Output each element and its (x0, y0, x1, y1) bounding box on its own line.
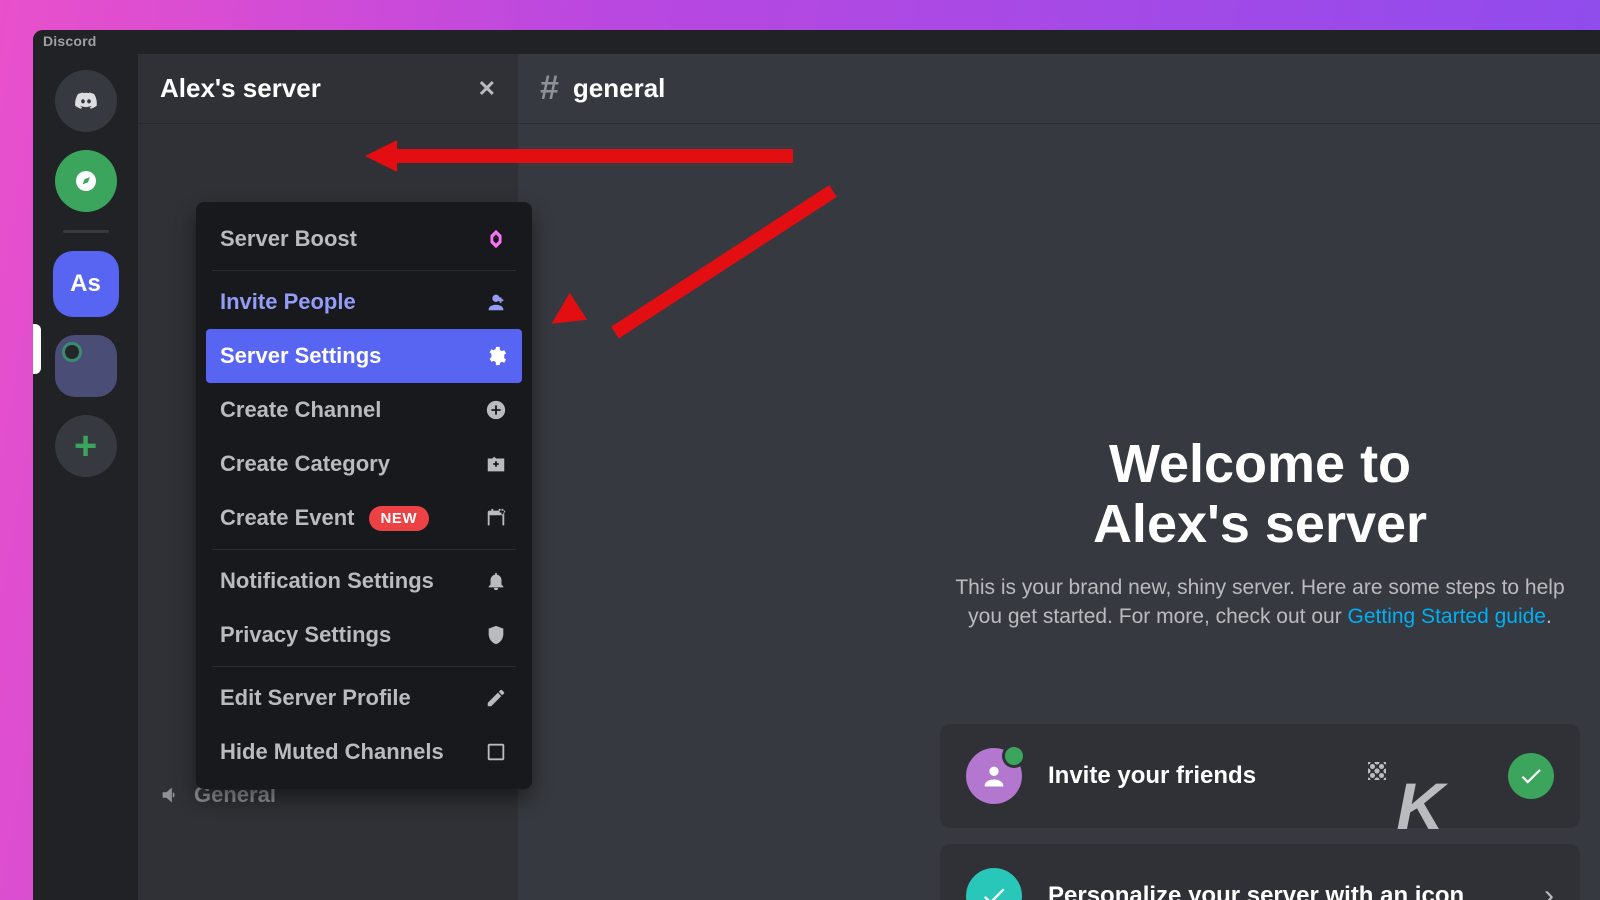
menu-label: Privacy Settings (220, 622, 391, 648)
app-body: As + Alex's server ✕ General (33, 54, 1600, 900)
server-other[interactable] (55, 335, 117, 397)
menu-privacy-settings[interactable]: Privacy Settings (206, 608, 522, 662)
menu-label: Edit Server Profile (220, 685, 411, 711)
title-bar: Discord (33, 30, 1600, 54)
onboarding-card-icon[interactable]: Personalize your server with an icon › (940, 844, 1580, 900)
menu-hide-muted-channels[interactable]: Hide Muted Channels (206, 725, 522, 779)
menu-create-category[interactable]: Create Category (206, 437, 522, 491)
server-status-dot-icon (62, 342, 82, 362)
add-person-icon (484, 290, 508, 314)
annotation-arrowhead-1 (365, 140, 397, 172)
menu-invite-people[interactable]: Invite People (206, 275, 522, 329)
menu-create-event[interactable]: Create Event NEW (206, 491, 522, 545)
menu-server-settings[interactable]: Server Settings (206, 329, 522, 383)
boost-gem-icon (484, 227, 508, 251)
channel-header: # general (518, 54, 1600, 124)
getting-started-link[interactable]: Getting Started guide (1348, 605, 1546, 628)
explore-servers-button[interactable] (55, 150, 117, 212)
server-name-label: Alex's server (160, 73, 321, 104)
welcome-sub-period: . (1546, 605, 1552, 628)
watermark-k: K (1396, 768, 1442, 844)
menu-notification-settings[interactable]: Notification Settings (206, 554, 522, 608)
server-dropdown-menu: Server Boost Invite People Server Settin… (196, 202, 532, 789)
checkbox-empty-icon (484, 740, 508, 764)
gear-icon (484, 344, 508, 368)
hash-icon: # (540, 69, 559, 108)
calendar-plus-icon (484, 506, 508, 530)
complete-check-icon (1508, 753, 1554, 799)
menu-label: Create Event (220, 505, 355, 531)
pencil-icon (484, 686, 508, 710)
home-button[interactable] (55, 70, 117, 132)
personalize-bubble-icon (966, 868, 1022, 900)
welcome-heading-line2: Alex's server (1093, 494, 1427, 554)
welcome-heading: Welcome to Alex's server (940, 434, 1580, 555)
menu-label: Server Settings (220, 343, 381, 369)
server-rail: As + (33, 54, 138, 900)
invite-bubble-icon (966, 748, 1022, 804)
server-name-dropdown-trigger[interactable]: Alex's server ✕ (138, 54, 518, 124)
menu-edit-server-profile[interactable]: Edit Server Profile (206, 671, 522, 725)
speaker-icon (158, 783, 182, 807)
plus-circle-icon (484, 398, 508, 422)
menu-server-boost[interactable]: Server Boost (206, 212, 522, 266)
menu-label: Invite People (220, 289, 356, 315)
app-window: Discord As + (33, 30, 1600, 900)
folder-plus-icon (484, 452, 508, 476)
rail-separator (63, 230, 109, 233)
annotation-arrow-1 (393, 149, 793, 163)
main-panel: # general Welcome to Alex's server This … (518, 54, 1600, 900)
menu-label: Notification Settings (220, 568, 434, 594)
menu-label: Create Channel (220, 397, 381, 423)
welcome-block: Welcome to Alex's server This is your br… (940, 434, 1580, 632)
menu-separator (212, 270, 516, 271)
close-icon: ✕ (478, 76, 496, 102)
channel-name: general (573, 73, 666, 104)
menu-label: Create Category (220, 451, 390, 477)
onboarding-card-invite[interactable]: Invite your friends (940, 724, 1580, 828)
content-area: Welcome to Alex's server This is your br… (518, 124, 1600, 900)
new-badge: NEW (369, 506, 430, 531)
active-server-indicator (33, 324, 41, 374)
menu-label: Server Boost (220, 226, 357, 252)
welcome-heading-line1: Welcome to (1109, 434, 1411, 494)
menu-label: Hide Muted Channels (220, 739, 444, 765)
menu-separator (212, 666, 516, 667)
bell-icon (484, 569, 508, 593)
menu-create-channel[interactable]: Create Channel (206, 383, 522, 437)
shield-icon (484, 623, 508, 647)
menu-separator (212, 549, 516, 550)
add-server-button[interactable]: + (55, 415, 117, 477)
card-title: Personalize your server with an icon (1048, 882, 1518, 900)
server-alexs-server[interactable]: As (53, 251, 119, 317)
discord-logo-icon (74, 89, 98, 113)
compass-icon (74, 169, 98, 193)
chevron-right-icon: › (1544, 879, 1554, 900)
welcome-subtitle: This is your brand new, shiny server. He… (940, 573, 1580, 632)
